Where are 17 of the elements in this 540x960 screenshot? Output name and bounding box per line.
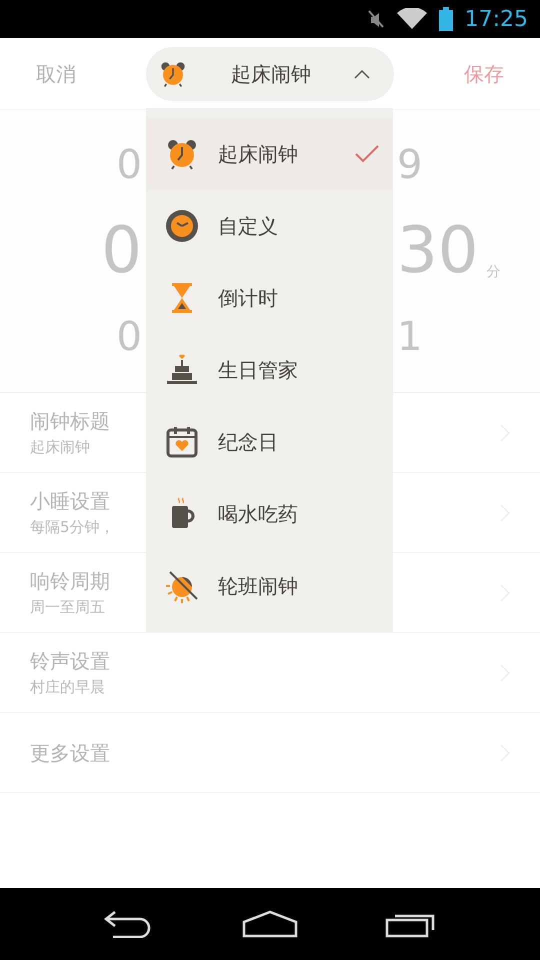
setting-subtitle: 村庄的早晨 <box>30 677 106 698</box>
clock-time: 17:25 <box>464 6 528 34</box>
hour-value: 0 <box>116 141 142 190</box>
minute-unit: 分 <box>486 263 500 282</box>
hour-value: 0 <box>101 213 142 290</box>
setting-subtitle: 周一至周五 <box>30 597 106 618</box>
minute-value: 9 <box>397 141 422 190</box>
setting-subtitle: 每隔5分钟， <box>30 517 115 538</box>
setting-title: 响铃周期 <box>30 568 110 596</box>
hour-value: 0 <box>116 313 142 362</box>
minute-value: 1 <box>397 313 422 362</box>
setting-title: 铃声设置 <box>30 648 110 676</box>
setting-title: 更多设置 <box>30 740 110 766</box>
setting-subtitle: 起床闹钟 <box>30 437 91 458</box>
setting-title: 闹钟标题 <box>30 408 110 436</box>
minute-value: 30 <box>397 213 478 290</box>
setting-title: 小睡设置 <box>30 488 111 516</box>
